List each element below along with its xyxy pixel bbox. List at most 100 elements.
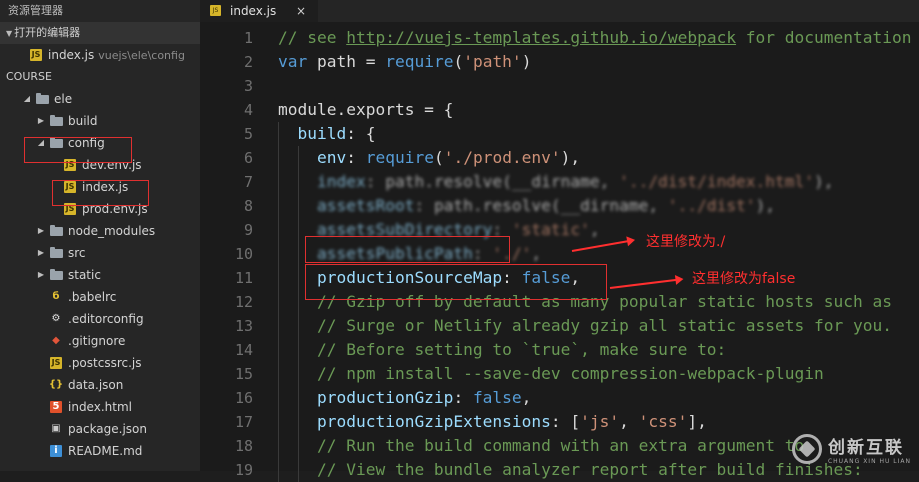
annotation-note-2: 这里修改为false: [692, 271, 796, 287]
open-editor-item[interactable]: JS index.js vuejs\ele\config: [0, 44, 200, 66]
line-number: 9: [243, 221, 253, 239]
line-number: 18: [234, 437, 253, 455]
tree-item-label: .postcssrc.js: [68, 356, 142, 370]
code-text: // Run the build command with an extra a…: [316, 436, 805, 455]
code-line[interactable]: 14 // Before setting to `true`, make sur…: [200, 338, 919, 362]
tree-item-ele[interactable]: ◢ ele: [0, 88, 200, 110]
line-number: 11: [234, 269, 253, 287]
tree-item-label: build: [68, 114, 98, 128]
code-text: build: {: [297, 124, 376, 143]
markdown-file-icon: i: [50, 445, 62, 457]
chevron-right-icon[interactable]: ▶: [36, 242, 46, 264]
tree-item-editorconfig[interactable]: ⚙ .editorconfig: [0, 308, 200, 330]
tree-item-src[interactable]: ▶ src: [0, 242, 200, 264]
chevron-right-icon[interactable]: ▶: [36, 110, 46, 132]
line-number: 10: [234, 245, 253, 263]
annotation-box-line-10: [305, 236, 510, 263]
tree-item-data-json[interactable]: {} data.json: [0, 374, 200, 396]
tree-item-label: static: [68, 268, 101, 282]
line-number: 8: [243, 197, 253, 215]
code-line[interactable]: 13 // Surge or Netlify already gzip all …: [200, 314, 919, 338]
course-section[interactable]: COURSE: [0, 66, 200, 88]
close-icon[interactable]: ×: [296, 0, 306, 22]
line-number: 19: [234, 461, 253, 479]
html-file-icon: 5: [50, 401, 62, 413]
babel-file-icon: б: [52, 291, 60, 302]
watermark-name: 创新互联: [827, 438, 904, 458]
code-text: var path = require('path'): [278, 52, 532, 71]
js-file-icon: JS: [50, 357, 62, 369]
code-line[interactable]: 3: [200, 74, 919, 98]
code-text: productionGzip: false,: [316, 388, 532, 407]
tree-item-label: node_modules: [68, 224, 156, 238]
watermark-sub: CHUANG XIN HU LIAN: [827, 458, 911, 465]
explorer-title: 资源管理器: [0, 0, 200, 22]
line-number: 6: [243, 149, 253, 167]
code-text: assetsRoot: path.resolve(__dirname, '../…: [316, 196, 776, 215]
open-editors-label: 打开的编辑器: [14, 26, 81, 39]
annotation-box-config: [24, 137, 132, 163]
tree-item-readme-md[interactable]: i README.md: [0, 440, 200, 462]
code-line[interactable]: 16 productionGzip: false,: [200, 386, 919, 410]
tree-item-package-json[interactable]: ▣ package.json: [0, 418, 200, 440]
code-text: // View the bundle analyzer report after…: [316, 460, 863, 479]
tree-item-label: ele: [54, 92, 73, 106]
line-number: 3: [243, 77, 253, 95]
code-text: env: require('./prod.env'),: [316, 148, 581, 167]
code-line[interactable]: 1 // see http://vuejs-templates.github.io…: [200, 26, 919, 50]
watermark-logo: 创新互联 CHUANG XIN HU LIAN: [791, 433, 911, 465]
line-number: 7: [243, 173, 253, 191]
logo-icon: [791, 434, 822, 464]
chevron-down-icon[interactable]: ◢: [22, 88, 32, 110]
code-line[interactable]: 5 build: {: [200, 122, 919, 146]
code-editor: JS index.js × 1 // see http://vuejs-templ…: [200, 0, 919, 482]
line-number: 15: [234, 365, 253, 383]
js-file-icon: JS: [210, 5, 221, 16]
open-editors-section[interactable]: ▼ 打开的编辑器: [0, 22, 200, 44]
code-text: // Before setting to `true`, make sure t…: [316, 340, 727, 359]
code-line[interactable]: 7 index: path.resolve(__dirname, '../dis…: [200, 170, 919, 194]
tree-item-static[interactable]: ▶ static: [0, 264, 200, 286]
json-file-icon: {}: [48, 379, 64, 390]
git-file-icon: ◆: [52, 335, 60, 346]
tab-index-js[interactable]: JS index.js ×: [200, 0, 318, 22]
code-text: index: path.resolve(__dirname, '../dist/…: [316, 172, 834, 191]
folder-icon: [50, 225, 63, 236]
annotation-box-line-11: [305, 264, 607, 300]
annotation-box-index-js: [52, 180, 149, 206]
code-text: // npm install --save-dev compression-we…: [316, 364, 824, 383]
code-line[interactable]: 17 productionGzipExtensions: ['js', 'css…: [200, 410, 919, 434]
tree-item-label: index.html: [68, 400, 132, 414]
tree-item-label: data.json: [68, 378, 124, 392]
line-number: 16: [234, 389, 253, 407]
tree-item-gitignore[interactable]: ◆ .gitignore: [0, 330, 200, 352]
code-text: // see http://vuejs-templates.github.io/…: [278, 28, 912, 47]
tree-item-label: package.json: [68, 422, 148, 436]
open-editor-path: vuejs\ele\config: [98, 49, 185, 62]
tree-item-postcssrc-js[interactable]: JS .postcssrc.js: [0, 352, 200, 374]
code-line[interactable]: 4 module.exports = {: [200, 98, 919, 122]
tree-item-babelrc[interactable]: б .babelrc: [0, 286, 200, 308]
tree-item-node_modules[interactable]: ▶ node_modules: [0, 220, 200, 242]
code-text: module.exports = {: [278, 100, 454, 119]
code-text: productionGzipExtensions: ['js', 'css'],: [316, 412, 707, 431]
tree-item-label: README.md: [68, 444, 143, 458]
code-text: // Surge or Netlify already gzip all sta…: [316, 316, 892, 335]
tab-label: index.js: [230, 4, 277, 18]
code-line[interactable]: 6 env: require('./prod.env'),: [200, 146, 919, 170]
tree-item-label: src: [68, 246, 86, 260]
code-line[interactable]: 2 var path = require('path'): [200, 50, 919, 74]
tree-item-build[interactable]: ▶ build: [0, 110, 200, 132]
tree-item-label: .babelrc: [68, 290, 117, 304]
tree-item-index-html[interactable]: 5 index.html: [0, 396, 200, 418]
chevron-right-icon[interactable]: ▶: [36, 220, 46, 242]
code-line[interactable]: 15 // npm install --save-dev compression…: [200, 362, 919, 386]
tab-bar: JS index.js ×: [200, 0, 919, 22]
folder-icon: [50, 269, 63, 280]
line-number: 17: [234, 413, 253, 431]
folder-icon: [50, 247, 63, 258]
folder-icon: [50, 115, 63, 126]
code-line[interactable]: 8 assetsRoot: path.resolve(__dirname, '.…: [200, 194, 919, 218]
line-number: 12: [234, 293, 253, 311]
chevron-right-icon[interactable]: ▶: [36, 264, 46, 286]
